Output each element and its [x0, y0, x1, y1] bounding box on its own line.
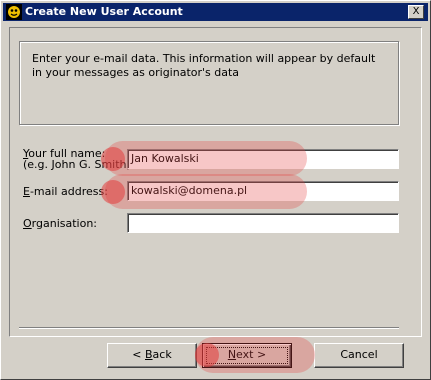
full-name-field[interactable]: Jan Kowalski — [127, 149, 399, 169]
cancel-button[interactable]: Cancel — [314, 343, 404, 368]
back-button[interactable]: < Back — [107, 343, 197, 368]
next-button[interactable]: Next > — [202, 343, 292, 368]
email-label: E-mail address: — [23, 185, 108, 198]
organisation-field[interactable] — [127, 213, 399, 233]
window-title: Create New User Account — [25, 5, 183, 18]
full-name-hint: (e.g. John G. Smith) — [23, 158, 131, 171]
app-logo-icon — [6, 4, 22, 20]
button-separator — [19, 327, 399, 329]
dialog-window: Create New User Account X Enter your e-m… — [0, 0, 431, 380]
close-button[interactable]: X — [408, 5, 424, 19]
close-icon: X — [412, 6, 420, 17]
title-bar[interactable]: Create New User Account X — [3, 3, 428, 21]
info-text: Enter your e-mail data. This information… — [32, 52, 376, 79]
organisation-label: Organisation: — [23, 217, 98, 230]
email-field[interactable]: kowalski@domena.pl — [127, 181, 399, 201]
